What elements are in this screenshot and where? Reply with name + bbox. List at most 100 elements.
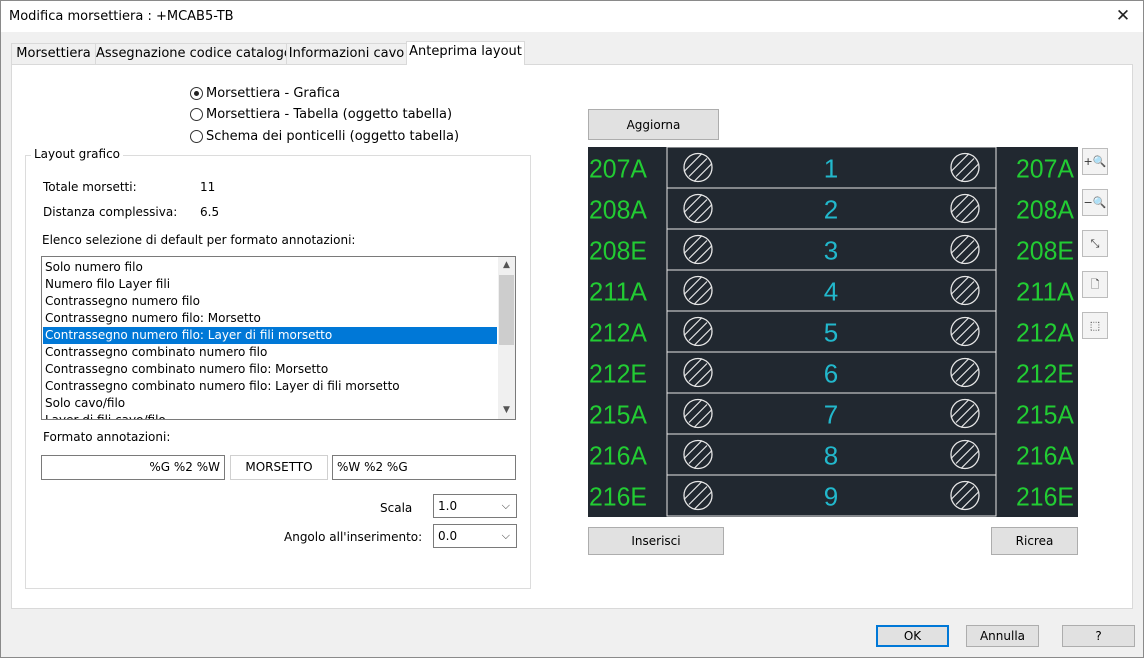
- screw-icon: [950, 316, 980, 347]
- radio-label: Morsettiera - Tabella (oggetto tabella): [206, 106, 453, 122]
- chevron-down-icon: ⌵: [501, 499, 510, 512]
- cancel-button[interactable]: Annulla: [966, 625, 1039, 647]
- screw-icon: [950, 234, 980, 265]
- angle-value: 0.0: [438, 529, 458, 543]
- wire-label-left: 216A: [589, 441, 648, 471]
- screw-icon: [683, 152, 713, 183]
- angle-label: Angolo all'inserimento:: [284, 530, 423, 544]
- screw-icon: [683, 480, 713, 511]
- ricrea-button[interactable]: Ricrea: [991, 527, 1078, 555]
- radio-unchecked-icon: [190, 107, 203, 121]
- screw-icon: [950, 480, 980, 511]
- list-item[interactable]: Solo numero filo: [43, 259, 497, 276]
- zoom-page-icon[interactable]: 🗋: [1082, 271, 1108, 298]
- screw-icon: [683, 398, 713, 429]
- screw-icon: [683, 439, 713, 470]
- wire-label-left: 211A: [589, 277, 648, 307]
- tab-assegnazione-codice-catalogo[interactable]: Assegnazione codice catalogo: [95, 43, 292, 64]
- dialog-window: Modifica morsettiera : +MCAB5-TB ✕ Morse…: [0, 0, 1144, 658]
- zoom-out-icon[interactable]: −🔍: [1082, 189, 1108, 216]
- terminal-number: 1: [824, 154, 838, 184]
- layout-preview: 207A 1 207A 208A 2 208A 208E 3 208E 211A 4 211A 212A…: [588, 146, 1078, 517]
- terminal-number: 8: [824, 441, 838, 471]
- screw-icon: [683, 193, 713, 224]
- screw-icon: [950, 193, 980, 224]
- list-item[interactable]: Contrassegno numero filo: [43, 293, 497, 310]
- wire-label-left: 216E: [589, 482, 647, 512]
- zoom-in-icon[interactable]: +🔍: [1082, 148, 1108, 175]
- screw-icon: [950, 357, 980, 388]
- ok-button[interactable]: OK: [876, 625, 949, 647]
- total-label: Totale morsetti:: [43, 180, 137, 194]
- screw-icon: [683, 357, 713, 388]
- list-item[interactable]: Layer di fili cavo/filo: [43, 412, 497, 419]
- wire-label-left: 208E: [589, 236, 647, 266]
- wire-label-left: 207A: [589, 154, 648, 184]
- radio-schema-ponticelli[interactable]: Schema dei ponticelli (oggetto tabella): [190, 127, 459, 145]
- scale-combo[interactable]: 1.0 ⌵: [433, 494, 517, 518]
- zoom-window-icon[interactable]: ⬚: [1082, 312, 1108, 339]
- format-middle-field: MORSETTO: [230, 455, 328, 480]
- scroll-down-icon[interactable]: ▼: [498, 402, 515, 419]
- window-title: Modifica morsettiera : +MCAB5-TB: [9, 9, 234, 24]
- screw-icon: [950, 439, 980, 470]
- list-item[interactable]: Contrassegno numero filo: Morsetto: [43, 310, 497, 327]
- wire-label-right: 212E: [1016, 359, 1074, 389]
- format-label: Formato annotazioni:: [43, 430, 171, 444]
- close-icon[interactable]: ✕: [1111, 5, 1135, 27]
- list-item[interactable]: Contrassegno combinato numero filo: [43, 344, 497, 361]
- wire-label-right: 211A: [1016, 277, 1075, 307]
- format-right-input[interactable]: %W %2 %G: [332, 455, 516, 480]
- list-item[interactable]: Numero filo Layer fili: [43, 276, 497, 293]
- wire-label-left: 212A: [589, 318, 648, 348]
- terminal-number: 3: [824, 236, 838, 266]
- screw-icon: [683, 316, 713, 347]
- list-item[interactable]: Contrassegno combinato numero filo: Mors…: [43, 361, 497, 378]
- list-item-selected[interactable]: Contrassegno numero filo: Layer di fili …: [43, 327, 497, 344]
- screw-icon: [950, 152, 980, 183]
- radio-label: Schema dei ponticelli (oggetto tabella): [206, 128, 460, 144]
- list-item[interactable]: Contrassegno combinato numero filo: Laye…: [43, 378, 497, 395]
- tab-anteprima-layout[interactable]: Anteprima layout: [406, 41, 525, 65]
- list-scrollbar[interactable]: ▲ ▼: [498, 257, 515, 419]
- screw-icon: [683, 275, 713, 306]
- scale-value: 1.0: [438, 499, 458, 513]
- format-left-input[interactable]: %G %2 %W: [41, 455, 225, 480]
- wire-label-right: 215A: [1016, 400, 1075, 430]
- radio-tabella[interactable]: Morsettiera - Tabella (oggetto tabella): [190, 105, 452, 123]
- radio-unchecked-icon: [190, 129, 203, 143]
- annotation-format-list[interactable]: Solo numero filo Numero filo Layer fili …: [41, 256, 516, 420]
- aggiorna-button[interactable]: Aggiorna: [588, 109, 719, 140]
- terminal-number: 4: [824, 277, 838, 307]
- wire-label-left: 215A: [589, 400, 648, 430]
- screw-icon: [683, 234, 713, 265]
- screw-icon: [950, 275, 980, 306]
- group-title: Layout grafico: [31, 147, 124, 161]
- radio-grafica[interactable]: Morsettiera - Grafica: [190, 84, 340, 102]
- wire-label-right: 207A: [1016, 154, 1075, 184]
- list-item[interactable]: Solo cavo/filo: [43, 395, 497, 412]
- wire-label-left: 208A: [589, 195, 648, 225]
- inserisci-button[interactable]: Inserisci: [588, 527, 724, 555]
- terminal-number: 2: [824, 195, 838, 225]
- radio-label: Morsettiera - Grafica: [206, 85, 341, 101]
- tab-morsettiera[interactable]: Morsettiera: [11, 43, 96, 64]
- help-button[interactable]: ?: [1062, 625, 1135, 647]
- wire-label-right: 216A: [1016, 441, 1075, 471]
- wire-label-right: 212A: [1016, 318, 1075, 348]
- scroll-thumb[interactable]: [499, 275, 514, 345]
- scroll-up-icon[interactable]: ▲: [498, 257, 515, 274]
- terminal-number: 6: [824, 359, 838, 389]
- distance-value: 6.5: [200, 205, 220, 219]
- chevron-down-icon: ⌵: [501, 529, 510, 542]
- wire-label-right: 216E: [1016, 482, 1074, 512]
- list-label: Elenco selezione di default per formato …: [42, 233, 356, 247]
- scale-label: Scala: [380, 501, 413, 515]
- preview-canvas: 207A 1 207A 208A 2 208A 208E 3 208E 211A 4 211A 212A…: [589, 146, 1075, 517]
- terminal-number: 7: [824, 400, 838, 430]
- angle-combo[interactable]: 0.0 ⌵: [433, 524, 517, 548]
- tab-informazioni-cavo[interactable]: Informazioni cavo: [286, 43, 407, 64]
- terminal-number: 9: [824, 482, 838, 512]
- screw-icon: [950, 398, 980, 429]
- zoom-extents-icon[interactable]: ⤡: [1082, 230, 1108, 257]
